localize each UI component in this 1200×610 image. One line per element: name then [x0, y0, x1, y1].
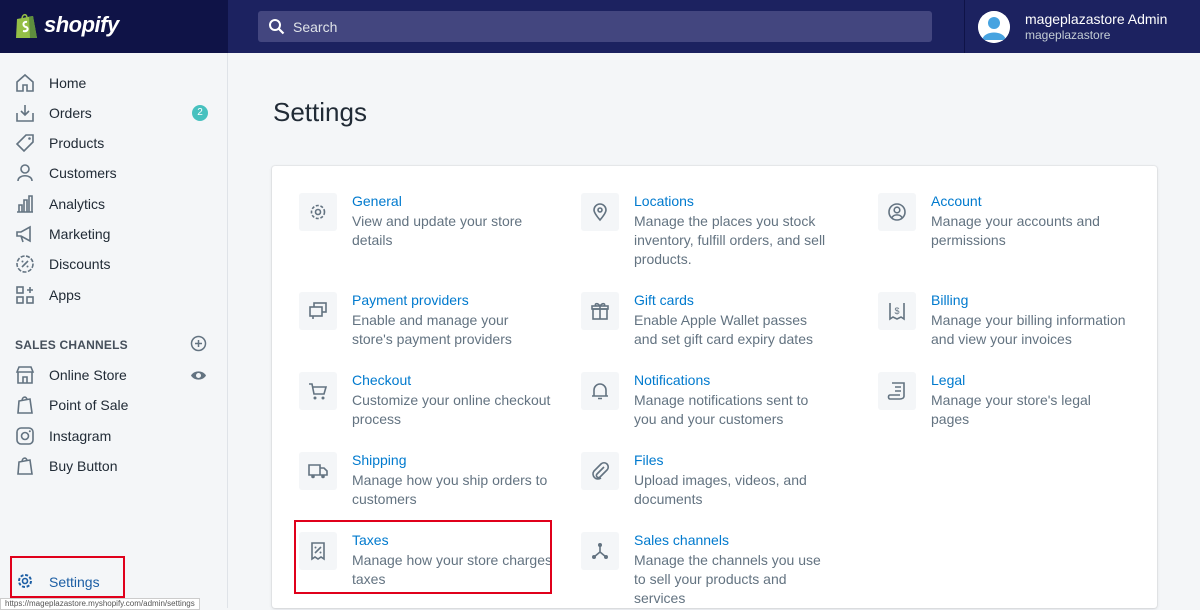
location-pin-icon — [593, 203, 607, 222]
customers-icon — [17, 164, 33, 182]
buy-button-icon — [17, 457, 33, 475]
sidebar-item-label: Orders — [49, 105, 92, 121]
legal-icon — [887, 382, 905, 400]
setting-desc: Manage your billing information and view… — [931, 312, 1126, 347]
orders-icon — [16, 105, 34, 122]
gear-icon — [310, 204, 326, 220]
taxes-highlight — [294, 520, 552, 594]
sales-channels-title: SALES CHANNELS — [15, 338, 128, 352]
sidebar-item-analytics[interactable]: Analytics — [0, 189, 227, 219]
discounts-icon — [16, 255, 34, 273]
sidebar-item-buy-button[interactable]: Buy Button — [0, 451, 227, 481]
sidebar-item-label: Buy Button — [49, 458, 118, 474]
setting-title[interactable]: Files — [634, 452, 664, 468]
setting-title[interactable]: Legal — [931, 372, 965, 388]
sidebar-item-settings[interactable]: Settings — [49, 574, 100, 590]
sidebar-item-customers[interactable]: Customers — [0, 158, 227, 188]
setting-title[interactable]: Sales channels — [634, 532, 729, 548]
setting-desc: Upload images, videos, and documents — [634, 472, 807, 507]
setting-title[interactable]: General — [352, 193, 402, 209]
avatar[interactable] — [978, 11, 1010, 43]
status-url: https://mageplazastore.myshopify.com/adm… — [0, 598, 200, 610]
setting-desc: Manage the channels you use to sell your… — [634, 552, 821, 606]
sales-channels-icon — [592, 543, 608, 559]
setting-title[interactable]: Billing — [931, 292, 968, 308]
sidebar-item-discounts[interactable]: Discounts — [0, 249, 227, 279]
sidebar-item-point-of-sale[interactable]: Point of Sale — [0, 390, 227, 420]
orders-count-badge: 2 — [192, 105, 208, 121]
setting-desc: Enable and manage your store's payment p… — [352, 312, 512, 347]
sidebar-item-label: Apps — [49, 287, 81, 303]
setting-title[interactable]: Notifications — [634, 372, 710, 388]
add-sales-channel-icon[interactable] — [190, 335, 207, 352]
setting-title[interactable]: Account — [931, 193, 982, 209]
user-name[interactable]: mageplazastore Admin — [1025, 11, 1167, 27]
payment-icon — [309, 302, 327, 319]
shopify-bag-icon — [16, 13, 37, 38]
logo[interactable]: shopify — [0, 0, 228, 53]
setting-title[interactable]: Payment providers — [352, 292, 469, 308]
bell-icon — [592, 383, 608, 400]
sidebar-item-label: Point of Sale — [49, 397, 129, 413]
paperclip-icon — [592, 461, 610, 480]
gear-icon — [18, 574, 32, 588]
divider — [964, 0, 965, 53]
sidebar-item-orders[interactable]: Orders 2 — [0, 98, 227, 128]
setting-title[interactable]: Checkout — [352, 372, 411, 388]
top-bar: shopify Search mageplazastore Admin mage… — [0, 0, 1200, 53]
point-of-sale-icon — [17, 396, 33, 414]
logo-text: shopify — [44, 12, 119, 37]
setting-desc: Enable Apple Wallet passes and set gift … — [634, 312, 813, 347]
user-avatar-icon — [978, 11, 1010, 43]
instagram-icon — [16, 427, 34, 445]
marketing-icon — [16, 225, 31, 243]
sidebar-item-label: Marketing — [49, 226, 111, 242]
sidebar-item-apps[interactable]: Apps — [0, 280, 227, 310]
truck-icon — [308, 464, 328, 479]
sidebar-item-label: Products — [49, 135, 105, 151]
search-input[interactable]: Search — [258, 11, 932, 42]
search-placeholder: Search — [293, 19, 338, 35]
sidebar-item-label: Analytics — [49, 196, 106, 212]
sidebar-item-label: Customers — [49, 165, 117, 181]
setting-desc: Manage your accounts and permissions — [931, 213, 1100, 248]
search-icon — [269, 19, 285, 35]
cart-icon — [309, 383, 328, 400]
setting-desc: Manage your store's legal pages — [931, 392, 1091, 427]
sidebar-item-home[interactable]: Home — [0, 68, 227, 98]
sidebar-item-label: Online Store — [49, 367, 127, 383]
gift-icon — [591, 302, 609, 320]
sidebar-item-label: Home — [49, 75, 87, 91]
setting-desc: Manage the places you stock inventory, f… — [634, 213, 826, 267]
online-store-icon — [15, 366, 35, 384]
setting-desc: Manage notifications sent to you and you… — [634, 392, 809, 427]
billing-icon: $ — [889, 303, 905, 321]
setting-desc: Customize your online checkout process — [352, 392, 551, 427]
products-icon — [15, 134, 34, 153]
setting-title[interactable]: Shipping — [352, 452, 407, 468]
setting-desc: Manage how you ship orders to customers — [352, 472, 548, 507]
home-icon — [16, 73, 34, 92]
sidebar-item-label: Instagram — [49, 428, 112, 444]
svg-text:$: $ — [894, 306, 899, 316]
apps-icon — [16, 286, 34, 304]
setting-title[interactable]: Gift cards — [634, 292, 694, 308]
sidebar-item-marketing[interactable]: Marketing — [0, 219, 227, 249]
user-store: mageplazastore — [1025, 28, 1111, 42]
sidebar-item-instagram[interactable]: Instagram — [0, 421, 227, 451]
eye-icon[interactable] — [190, 367, 207, 384]
analytics-icon — [17, 195, 33, 213]
sidebar-item-products[interactable]: Products — [0, 128, 227, 158]
sidebar-item-label: Discounts — [49, 256, 111, 272]
setting-title[interactable]: Locations — [634, 193, 694, 209]
page-title: Settings — [273, 97, 367, 127]
setting-desc: View and update your store details — [352, 213, 523, 248]
account-icon — [888, 203, 906, 221]
